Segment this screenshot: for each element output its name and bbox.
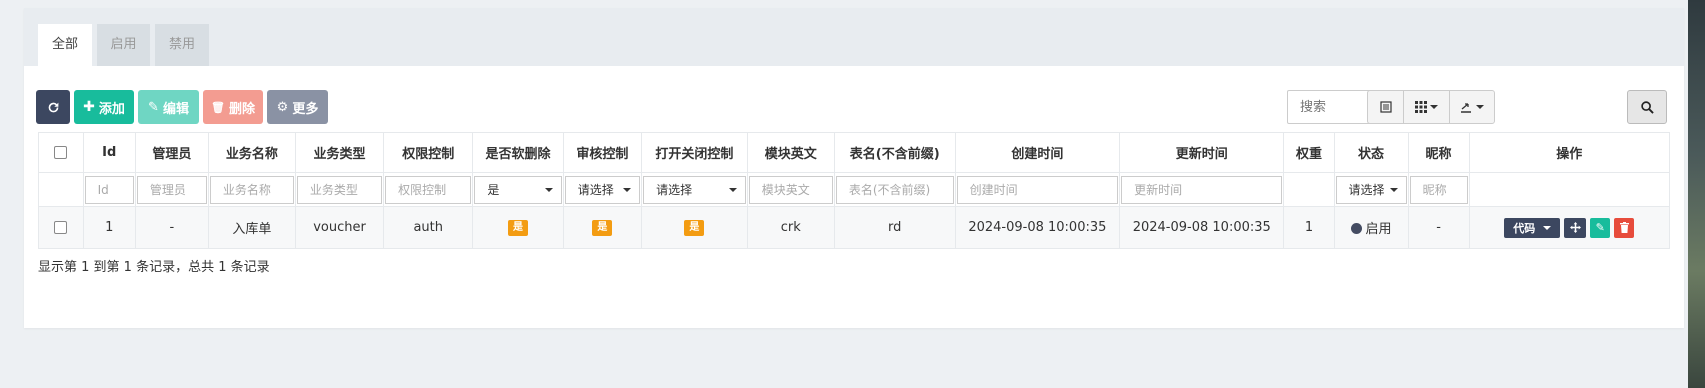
refresh-button[interactable] bbox=[36, 90, 70, 124]
filter-updated-input[interactable]: 更新时间 bbox=[1121, 175, 1283, 204]
tab-bar: 全部 启用 禁用 bbox=[24, 8, 1684, 66]
row-edit-button[interactable]: ✎ bbox=[1590, 217, 1611, 238]
row-delete-button[interactable] bbox=[1614, 217, 1635, 238]
grid-icon bbox=[1415, 101, 1428, 113]
header-module[interactable]: 模块英文 bbox=[746, 132, 835, 173]
row-checkbox[interactable] bbox=[54, 221, 68, 234]
filter-table-name-input[interactable]: 表名(不含前缀) bbox=[835, 175, 954, 204]
cell-updated: 2024-09-08 10:00:35 bbox=[1119, 206, 1285, 249]
cell-biz-name: 入库单 bbox=[207, 206, 296, 249]
header-toggle[interactable]: 打开关闭控制 bbox=[641, 132, 748, 173]
move-icon bbox=[1569, 222, 1581, 233]
header-nickname[interactable]: 昵称 bbox=[1407, 132, 1470, 173]
chevron-down-icon bbox=[728, 187, 737, 192]
filter-row: Id 管理员 业务名称 业务类型 权限控制 是 请选择 请选择 模块英文 表名(… bbox=[38, 172, 1671, 207]
cell-ops: 代码 ✎ bbox=[1468, 206, 1671, 249]
cell-admin: - bbox=[134, 206, 209, 249]
filter-id-input[interactable]: Id bbox=[84, 175, 134, 204]
edit-button[interactable]: ✎ 编辑 bbox=[138, 90, 199, 124]
table-row: 1 - 入库单 voucher auth 是 是 是 crk rd 2024-0… bbox=[38, 206, 1671, 249]
chevron-down-icon bbox=[1430, 105, 1439, 109]
export-icon bbox=[1460, 103, 1471, 113]
select-all-checkbox-cell[interactable] bbox=[38, 132, 84, 173]
refresh-icon bbox=[48, 102, 58, 112]
chevron-down-icon bbox=[623, 187, 632, 192]
cell-perm: auth bbox=[383, 206, 474, 249]
header-biz-type[interactable]: 业务类型 bbox=[294, 132, 385, 173]
filter-created-input[interactable]: 创建时间 bbox=[956, 175, 1119, 204]
pencil-icon: ✎ bbox=[148, 99, 159, 115]
add-button[interactable]: ✚ 添加 bbox=[74, 90, 134, 124]
select-all-checkbox[interactable] bbox=[54, 146, 68, 159]
header-table-name[interactable]: 表名(不含前缀) bbox=[833, 132, 956, 173]
header-soft-delete[interactable]: 是否软删除 bbox=[472, 132, 564, 173]
chevron-down-icon bbox=[1543, 225, 1552, 230]
tab-disabled[interactable]: 禁用 bbox=[155, 24, 209, 66]
cell-nickname: - bbox=[1407, 206, 1470, 249]
list-icon bbox=[1380, 101, 1392, 113]
header-created[interactable]: 创建时间 bbox=[954, 132, 1121, 173]
header-admin[interactable]: 管理员 bbox=[134, 132, 209, 173]
toggle-card-view-button[interactable] bbox=[1368, 91, 1405, 123]
trash-icon bbox=[1619, 222, 1629, 233]
search-button[interactable] bbox=[1627, 90, 1667, 124]
filter-perm-input[interactable]: 权限控制 bbox=[385, 175, 472, 204]
header-weight[interactable]: 权重 bbox=[1283, 132, 1335, 173]
tab-all[interactable]: 全部 bbox=[38, 24, 92, 66]
search-icon bbox=[1640, 100, 1654, 114]
filter-module-input[interactable]: 模块英文 bbox=[748, 175, 833, 204]
header-perm[interactable]: 权限控制 bbox=[383, 132, 474, 173]
header-audit[interactable]: 审核控制 bbox=[562, 132, 643, 173]
more-button[interactable]: ⚙ 更多 bbox=[267, 90, 328, 124]
header-id[interactable]: Id bbox=[82, 132, 136, 173]
toggle-badge[interactable]: 是 bbox=[684, 220, 705, 236]
filter-toggle-select[interactable]: 请选择 bbox=[643, 175, 746, 204]
pencil-icon: ✎ bbox=[1595, 221, 1605, 234]
trash-icon: 🗑 bbox=[211, 100, 225, 114]
data-table: Id 管理员 业务名称 业务类型 权限控制 是否软删除 审核控制 打开关闭控制 … bbox=[38, 132, 1671, 249]
filter-biz-type-input[interactable]: 业务类型 bbox=[296, 175, 383, 204]
chevron-down-icon bbox=[544, 187, 553, 192]
cell-module: crk bbox=[746, 206, 835, 249]
header-biz-name[interactable]: 业务名称 bbox=[207, 132, 296, 173]
gear-icon: ⚙ bbox=[276, 99, 289, 115]
cell-table-name: rd bbox=[833, 206, 956, 249]
status-dot-icon bbox=[1350, 223, 1362, 234]
soft-delete-badge[interactable]: 是 bbox=[508, 220, 529, 236]
audit-badge[interactable]: 是 bbox=[592, 220, 613, 236]
chevron-down-icon bbox=[1389, 187, 1398, 192]
filter-status-select[interactable]: 请选择 bbox=[1335, 175, 1407, 204]
drag-sort-button[interactable] bbox=[1564, 217, 1587, 238]
plus-icon: ✚ bbox=[83, 99, 95, 115]
columns-dropdown-button[interactable] bbox=[1404, 91, 1450, 123]
header-status[interactable]: 状态 bbox=[1333, 132, 1409, 173]
header-ops: 操作 bbox=[1468, 132, 1671, 173]
desktop-background-strip bbox=[1688, 0, 1705, 388]
export-dropdown-button[interactable] bbox=[1450, 91, 1494, 123]
delete-button[interactable]: 🗑 删除 bbox=[203, 90, 263, 124]
pagination-summary: 显示第 1 到第 1 条记录，总共 1 条记录 bbox=[38, 260, 270, 275]
cell-status[interactable]: 启用 bbox=[1333, 206, 1409, 249]
code-dropdown-button[interactable]: 代码 bbox=[1504, 217, 1561, 238]
cell-biz-type: voucher bbox=[294, 206, 385, 249]
table-header-row: Id 管理员 业务名称 业务类型 权限控制 是否软删除 审核控制 打开关闭控制 … bbox=[38, 132, 1671, 173]
chevron-down-icon bbox=[1475, 105, 1484, 109]
table-view-controls bbox=[1367, 90, 1495, 124]
filter-soft-delete-select[interactable]: 是 bbox=[474, 175, 562, 204]
cell-created: 2024-09-08 10:00:35 bbox=[954, 206, 1121, 249]
header-updated[interactable]: 更新时间 bbox=[1119, 132, 1285, 173]
tab-enabled[interactable]: 启用 bbox=[97, 24, 150, 66]
filter-nickname-input[interactable]: 昵称 bbox=[1409, 175, 1468, 204]
cell-weight: 1 bbox=[1283, 206, 1335, 249]
filter-biz-name-input[interactable]: 业务名称 bbox=[209, 175, 294, 204]
main-panel: 全部 启用 禁用 ✚ 添加 ✎ 编辑 🗑 删除 ⚙ 更多 搜索 Id 管理员 业… bbox=[24, 8, 1684, 328]
filter-audit-select[interactable]: 请选择 bbox=[564, 175, 641, 204]
filter-admin-input[interactable]: 管理员 bbox=[136, 175, 207, 204]
cell-id: 1 bbox=[82, 206, 136, 249]
